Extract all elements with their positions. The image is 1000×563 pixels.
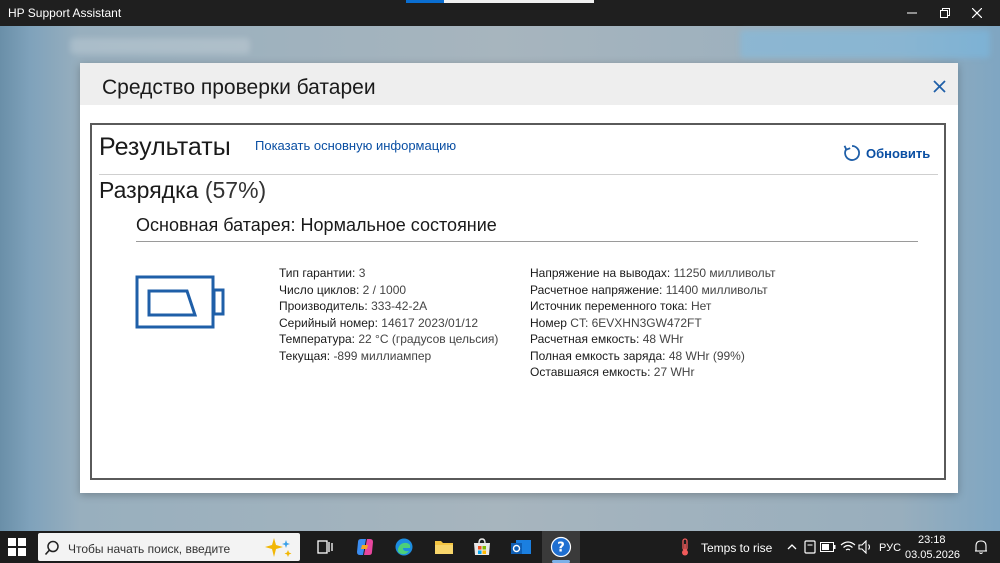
dialog-header: Средство проверки батареи <box>80 63 958 105</box>
thermometer-icon <box>682 538 688 556</box>
blurred-element <box>70 38 250 54</box>
info-row: Текущая: -899 миллиампер <box>279 348 432 363</box>
outlook-icon <box>511 540 531 554</box>
clock-time[interactable]: 23:18 <box>918 534 946 546</box>
taskbar: Чтобы начать поиск, введите ? Temps to r… <box>0 531 1000 563</box>
copilot-icon <box>357 539 373 555</box>
info-row: Полная емкость заряда: 48 WHr (99%) <box>530 348 745 363</box>
edge-browser-button[interactable] <box>392 535 416 559</box>
speaker-icon <box>858 540 871 554</box>
window-titlebar: HP Support Assistant <box>0 0 1000 26</box>
minimize-icon <box>907 12 917 14</box>
notification-center-button[interactable] <box>969 535 993 559</box>
location-icon <box>804 540 816 554</box>
battery-status-heading: Основная батарея: Нормальное состояние <box>136 215 497 235</box>
clock-date[interactable]: 03.05.2026 <box>905 549 960 561</box>
info-row: Оставшаяся емкость: 27 WHr <box>530 365 695 379</box>
battery-info-right: Напряжение на выводах: 11250 милливольт … <box>530 265 776 381</box>
titlebar-accent-strip <box>406 0 444 3</box>
language-indicator[interactable]: РУС <box>879 542 901 554</box>
svg-text:?: ? <box>557 541 565 556</box>
discharge-status: Разрядка (57%) <box>99 177 266 204</box>
windows-start-icon <box>8 538 26 556</box>
close-icon <box>972 8 982 18</box>
info-row: Тип гарантии: 3 <box>279 266 366 280</box>
search-icon <box>44 540 59 556</box>
task-view-button[interactable] <box>313 535 337 559</box>
refresh-button[interactable]: Обновить <box>842 142 930 164</box>
battery-info-left: Тип гарантии: 3 Число циклов: 2 / 1000 П… <box>279 265 498 364</box>
info-row: Номер CT: 6EVXHN3GW472FT <box>530 315 702 330</box>
battery-status-icon <box>820 542 836 552</box>
battery-check-dialog: Средство проверки батареи Результаты Пок… <box>80 63 958 493</box>
taskbar-search-box[interactable]: Чтобы начать поиск, введите <box>38 533 300 561</box>
discharge-percent: (57%) <box>204 177 267 203</box>
hp-support-assistant-button[interactable]: ? <box>549 535 573 559</box>
info-row: Расчетная емкость: 48 WHr <box>530 332 684 346</box>
restore-button[interactable] <box>928 0 962 26</box>
copilot-sparkle-icon <box>265 538 292 557</box>
results-title: Результаты <box>99 133 231 161</box>
weather-widget-button[interactable] <box>673 535 697 559</box>
restore-icon <box>940 8 950 18</box>
folder-icon <box>435 541 453 554</box>
divider <box>136 241 918 242</box>
edge-icon <box>395 538 413 556</box>
show-basic-info-link[interactable]: Показать основную информацию <box>255 138 456 153</box>
chevron-up-icon <box>787 544 797 550</box>
notification-bell-icon <box>975 540 987 555</box>
battery-icon <box>135 275 225 329</box>
info-row: Напряжение на выводах: 11250 милливольт <box>530 266 776 280</box>
window-title: HP Support Assistant <box>8 6 122 20</box>
dialog-close-button[interactable] <box>928 75 950 97</box>
minimize-button[interactable] <box>895 0 929 26</box>
file-explorer-button[interactable] <box>432 535 456 559</box>
help-icon: ? <box>550 536 572 558</box>
refresh-icon <box>843 145 860 161</box>
copilot-app-button[interactable] <box>353 535 377 559</box>
info-row: Источник переменного тока: Нет <box>530 299 712 313</box>
blurred-element <box>740 30 990 58</box>
start-button[interactable] <box>8 538 26 561</box>
results-panel: Результаты Показать основную информацию … <box>90 123 946 480</box>
weather-text[interactable]: Temps to rise <box>701 541 772 555</box>
divider <box>99 174 938 175</box>
outlook-button[interactable] <box>509 535 533 559</box>
close-icon <box>932 79 946 93</box>
info-row: Расчетное напряжение: 11400 милливольт <box>530 282 768 297</box>
dialog-title: Средство проверки батареи <box>102 76 376 99</box>
volume-tray-button[interactable] <box>854 535 878 559</box>
close-window-button[interactable] <box>960 0 994 26</box>
store-icon <box>474 538 490 555</box>
titlebar-light-strip <box>444 0 594 3</box>
task-view-icon <box>317 540 333 554</box>
microsoft-store-button[interactable] <box>470 535 494 559</box>
info-row: Число циклов: 2 / 1000 <box>279 282 407 297</box>
info-row: Температура: 22 °C (градусов цельсия) <box>279 332 499 346</box>
discharge-label: Разрядка <box>99 177 199 203</box>
info-row: Серийный номер: 14617 2023/01/12 <box>279 315 479 330</box>
search-placeholder: Чтобы начать поиск, введите <box>68 542 231 556</box>
refresh-label: Обновить <box>866 145 931 161</box>
info-row: Производитель: 333-42-2A <box>279 299 428 313</box>
